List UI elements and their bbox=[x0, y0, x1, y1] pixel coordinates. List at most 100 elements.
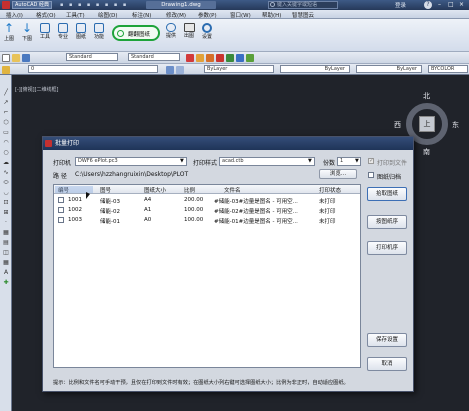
col-scale[interactable]: 比例 bbox=[184, 186, 195, 194]
menu-insert[interactable]: 插入(I) bbox=[6, 11, 23, 19]
printer-select[interactable]: DWF6 ePlot.pc3 bbox=[75, 157, 187, 166]
drawings-button[interactable]: 图纸 bbox=[74, 21, 88, 47]
arc-icon[interactable]: ◠ bbox=[2, 139, 10, 146]
text-style-combo[interactable]: Standard bbox=[66, 53, 118, 61]
row-paper-size[interactable]: A0 bbox=[144, 217, 151, 223]
browse-button[interactable]: 浏览... bbox=[319, 169, 357, 179]
sheet-tool-icon[interactable] bbox=[226, 54, 234, 62]
settings-button[interactable]: 设置 bbox=[200, 21, 214, 47]
layer-manager-icon[interactable] bbox=[2, 66, 10, 74]
new-icon[interactable] bbox=[2, 54, 10, 62]
construction-line-icon[interactable]: ↗ bbox=[2, 99, 10, 106]
table-icon[interactable]: ▦ bbox=[2, 259, 10, 266]
ellipse-icon[interactable]: ⬭ bbox=[2, 179, 10, 186]
drawing-order-button[interactable]: 按图纸序 bbox=[367, 215, 407, 229]
menu-draw[interactable]: 绘图(D) bbox=[98, 11, 118, 19]
layer-combo[interactable]: 0 bbox=[28, 65, 158, 73]
layer-prev-icon[interactable] bbox=[166, 66, 174, 74]
signin-button[interactable]: 登录 bbox=[395, 1, 406, 9]
row-filename[interactable]: #储能-03#边量是图名 - 可用空... bbox=[214, 197, 298, 205]
table-row[interactable]: 1001 储能-03 A4 200.00 #储能-03#边量是图名 - 可用空.… bbox=[54, 196, 360, 205]
open-icon[interactable] bbox=[12, 54, 20, 62]
row-paper-size[interactable]: A1 bbox=[144, 207, 151, 213]
red-tool-icon[interactable] bbox=[186, 54, 194, 62]
mtext-icon[interactable]: A bbox=[2, 269, 10, 276]
menu-tools[interactable]: 工具(T) bbox=[66, 11, 85, 19]
menu-parametric[interactable]: 参数(P) bbox=[198, 11, 217, 19]
functions-button[interactable]: 功能 bbox=[92, 21, 106, 47]
viewcube-face[interactable]: 上 bbox=[419, 116, 435, 132]
specialty-button[interactable]: 专业 bbox=[56, 21, 70, 47]
color-tool-icon[interactable] bbox=[246, 54, 254, 62]
search-input[interactable]: 键入关键字或短语 bbox=[268, 1, 338, 9]
printer-dropdown-icon[interactable]: ▼ bbox=[180, 158, 184, 164]
insert-block-icon[interactable]: ⊡ bbox=[2, 199, 10, 206]
dim-style-combo[interactable]: Standard bbox=[128, 53, 180, 61]
help-icon[interactable]: ? bbox=[424, 1, 432, 9]
row-checkbox[interactable] bbox=[58, 207, 64, 213]
cancel-button[interactable]: 取消 bbox=[367, 357, 407, 371]
polyline-icon[interactable]: ⌐ bbox=[2, 109, 10, 116]
brush-icon[interactable] bbox=[206, 54, 214, 62]
layer-match-icon[interactable] bbox=[176, 66, 184, 74]
menu-smart-cloud[interactable]: 智慧图云 bbox=[292, 11, 314, 19]
revcloud-icon[interactable]: ☁ bbox=[2, 159, 10, 166]
line-icon[interactable]: ╱ bbox=[2, 89, 10, 96]
make-block-icon[interactable]: ⊞ bbox=[2, 209, 10, 216]
spline-icon[interactable]: ∿ bbox=[2, 169, 10, 176]
copies-dropdown-icon[interactable]: ▼ bbox=[355, 158, 359, 164]
menu-modify[interactable]: 修改(M) bbox=[166, 11, 186, 19]
col-status[interactable]: 打印状态 bbox=[319, 186, 341, 194]
dialog-title-bar[interactable]: 批量打印 bbox=[43, 137, 413, 150]
row-filename[interactable]: #储能-01#边量是图名 - 可用空... bbox=[214, 217, 298, 225]
minimize-icon[interactable]: – bbox=[438, 1, 441, 8]
layer-tool-icon[interactable] bbox=[216, 54, 224, 62]
add-selected-icon[interactable]: ✚ bbox=[2, 279, 10, 286]
row-filename[interactable]: #储能-02#边量是图名 - 可用空... bbox=[214, 207, 298, 215]
save-icon[interactable] bbox=[22, 54, 30, 62]
color-combo[interactable]: ByLayer bbox=[204, 65, 274, 73]
compass-north[interactable]: 北 bbox=[423, 91, 430, 101]
menu-format[interactable]: 格式(O) bbox=[36, 11, 56, 19]
col-filename[interactable]: 文件名 bbox=[224, 186, 241, 194]
style-dropdown-icon[interactable]: ▼ bbox=[308, 158, 312, 164]
row-checkbox[interactable] bbox=[58, 197, 64, 203]
menu-window[interactable]: 窗口(W) bbox=[230, 11, 251, 19]
printer-order-button[interactable]: 打印机序 bbox=[367, 241, 407, 255]
save-settings-button[interactable]: 保存设置 bbox=[367, 333, 407, 347]
download-button[interactable]: ↓ 下图 bbox=[20, 21, 34, 47]
table-row[interactable]: 1002 储能-02 A1 100.00 #储能-02#边量是图名 - 可用空.… bbox=[54, 206, 360, 215]
app-logo-icon[interactable] bbox=[2, 1, 10, 9]
path-value[interactable]: C:\Users\hzzhangruixin\Desktop\PLOT bbox=[75, 171, 188, 178]
hatch-icon[interactable]: ▦ bbox=[2, 229, 10, 236]
workspace-combo[interactable]: AutoCAD 经典 bbox=[12, 1, 52, 9]
row-scale[interactable]: 200.00 bbox=[184, 197, 203, 203]
rectangle-icon[interactable]: ▭ bbox=[2, 129, 10, 136]
plot-style-select[interactable]: acad.ctb bbox=[219, 157, 315, 166]
row-scale[interactable]: 100.00 bbox=[184, 217, 203, 223]
plot-button[interactable]: 出图 bbox=[182, 21, 196, 47]
menu-help[interactable]: 帮助(H) bbox=[262, 11, 281, 19]
close-icon[interactable]: × bbox=[459, 1, 464, 8]
lineweight-combo[interactable]: ByLayer bbox=[356, 65, 422, 73]
pick-drawings-button[interactable]: 拾取图纸 bbox=[367, 187, 407, 201]
row-checkbox[interactable] bbox=[58, 217, 64, 223]
linetype-combo[interactable]: ByLayer bbox=[280, 65, 350, 73]
menu-dimension[interactable]: 标注(N) bbox=[132, 11, 151, 19]
plotstyle-combo[interactable]: BYCOLOR bbox=[428, 65, 468, 73]
upload-button[interactable]: ↑ 上图 bbox=[2, 21, 16, 47]
provide-button[interactable]: 提供 bbox=[164, 21, 178, 47]
flip-drawings-button[interactable]: 翻翻图纸 bbox=[112, 25, 160, 41]
col-figure[interactable]: 图号 bbox=[100, 186, 111, 194]
table-row[interactable]: 1003 储能-01 A0 100.00 #储能-01#边量是图名 - 可用空.… bbox=[54, 216, 360, 225]
point-icon[interactable]: · bbox=[2, 219, 10, 226]
print-to-file-checkbox[interactable]: ✓ bbox=[368, 157, 374, 164]
polygon-icon[interactable]: ⬡ bbox=[2, 119, 10, 126]
viewport-label[interactable]: [-][俯视][二维线框] bbox=[15, 86, 59, 93]
archive-checkbox[interactable] bbox=[368, 172, 374, 178]
ellipse-arc-icon[interactable]: ◡ bbox=[2, 189, 10, 196]
compass-west[interactable]: 西 bbox=[394, 120, 401, 130]
gradient-icon[interactable]: ▤ bbox=[2, 239, 10, 246]
circle-icon[interactable]: ○ bbox=[2, 149, 10, 156]
quick-access-toolbar[interactable]: ▪ ▪ ▪ ▪ ▪ ▪ ▪ ▪ bbox=[60, 2, 140, 8]
